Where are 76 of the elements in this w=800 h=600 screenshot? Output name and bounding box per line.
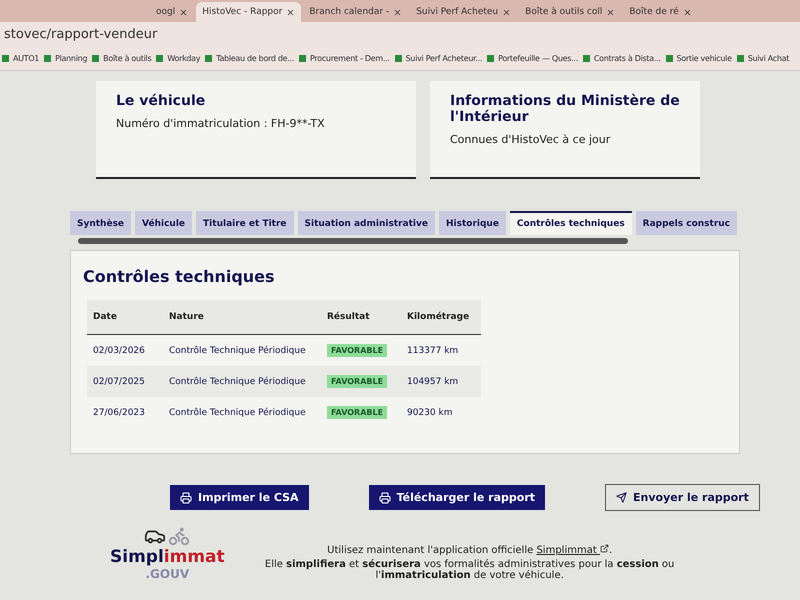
bookmark[interactable]: Suivi Achat bbox=[736, 54, 790, 62]
tab[interactable]: Historique bbox=[438, 211, 506, 235]
bookmark-icon bbox=[736, 54, 744, 62]
simplimmat-link[interactable]: Simplimmat bbox=[536, 545, 609, 556]
browser-tab[interactable]: Branch calendar - bbox=[303, 2, 408, 22]
action-button[interactable]: Télécharger le rapport bbox=[368, 485, 545, 510]
bookmark-icon bbox=[92, 54, 100, 62]
column-header: Nature bbox=[163, 300, 321, 335]
bookmark[interactable]: Contrats à Dista... bbox=[582, 54, 661, 62]
printer-icon bbox=[180, 492, 192, 504]
address-bar[interactable]: stovec/rapport-vendeur bbox=[4, 26, 158, 42]
tab[interactable]: Titulaire et Titre bbox=[196, 211, 294, 235]
tab[interactable]: Synthèse bbox=[70, 211, 132, 235]
section-title: Contrôles techniques bbox=[83, 267, 276, 286]
tab[interactable]: Véhicule bbox=[135, 211, 192, 235]
bookmark[interactable]: Portefeuille — Ques... bbox=[487, 54, 578, 62]
bookmark-icon bbox=[582, 54, 590, 62]
result-tag: FAVORABLE bbox=[327, 375, 388, 388]
footer-intro: Utilisez maintenant l'application officielle Simplimmat . bbox=[326, 544, 614, 556]
table-cell: 104957 km bbox=[401, 366, 481, 397]
result-tag: FAVORABLE bbox=[327, 406, 388, 419]
card-text: Connues d'HistoVec à ce jour bbox=[450, 133, 612, 146]
bookmark-icon bbox=[299, 54, 306, 62]
logo-suffix: .GOUV bbox=[146, 567, 190, 581]
browser-tab[interactable]: Boîte de ré bbox=[623, 2, 698, 22]
tab[interactable]: Situation administrative bbox=[298, 211, 435, 235]
column-header: Date bbox=[87, 300, 163, 335]
printer-icon bbox=[378, 492, 391, 504]
column-header: Kilométrage bbox=[401, 300, 481, 335]
close-icon[interactable] bbox=[179, 8, 188, 16]
bookmark-icon bbox=[394, 54, 402, 62]
table-cell-text: Contrôle Technique Périodique bbox=[168, 344, 307, 358]
table-cell: 02/07/2025 bbox=[87, 366, 163, 397]
table-cell-text: 27/06/2023 bbox=[92, 406, 146, 420]
bookmark[interactable]: Sortie vehicule bbox=[666, 54, 732, 62]
column-header: Résultat bbox=[321, 300, 401, 335]
card-title: Informations du Ministère de l'Intérieur bbox=[450, 93, 680, 125]
close-icon[interactable] bbox=[393, 8, 402, 16]
bookmark[interactable]: Suivi Perf Acheteur... bbox=[394, 54, 482, 62]
bookmark[interactable]: Tableau de bord de... bbox=[205, 54, 294, 62]
table-cell-text: Contrôle Technique Périodique bbox=[168, 406, 307, 420]
bookmark-icon bbox=[156, 54, 164, 62]
logo-text: Simplimmat bbox=[110, 547, 225, 567]
external-link-icon bbox=[600, 544, 609, 553]
table-cell: Contrôle Technique Périodique bbox=[163, 366, 321, 397]
browser-tab[interactable]: HistoVec - Rappor bbox=[196, 2, 302, 22]
card-title: Le véhicule bbox=[116, 93, 206, 109]
tab[interactable]: Rappels construc bbox=[636, 211, 738, 235]
bookmark[interactable]: AUTO1 bbox=[2, 54, 40, 62]
close-icon[interactable] bbox=[502, 8, 512, 16]
bookmark[interactable]: Boîte à outils bbox=[92, 54, 152, 62]
scrollbar[interactable] bbox=[78, 238, 628, 244]
browser-tab[interactable]: oogl bbox=[150, 2, 194, 22]
send-icon bbox=[616, 492, 627, 503]
bookmark[interactable]: Workday bbox=[156, 54, 200, 62]
bookmark-icon bbox=[666, 54, 673, 62]
bookmark[interactable]: Planning bbox=[44, 54, 88, 62]
tab[interactable]: Contrôles techniques bbox=[510, 211, 632, 235]
bookmark[interactable]: Procurement - Dem... bbox=[299, 54, 390, 62]
bookmark-icon bbox=[2, 54, 9, 62]
action-button[interactable]: Imprimer le CSA bbox=[170, 485, 309, 510]
footer-text: Elle simplifiera et sécurisera vos formalités administratives pour la cession ou l'immatriculation de votre véhicule. bbox=[264, 559, 676, 581]
browser-tab[interactable]: Boîte à outils coll bbox=[519, 2, 622, 22]
close-icon[interactable] bbox=[682, 8, 692, 16]
table-cell-text: 90230 km bbox=[406, 406, 454, 420]
bookmark-icon bbox=[205, 54, 212, 62]
browser-tab[interactable]: Suivi Perf Acheteu bbox=[410, 2, 518, 22]
close-icon[interactable] bbox=[286, 8, 296, 16]
bookmark-icon bbox=[487, 54, 494, 62]
action-button[interactable]: Envoyer le rapport bbox=[605, 484, 760, 511]
result-tag: FAVORABLE bbox=[327, 344, 388, 357]
table-cell-text: 113377 km bbox=[406, 344, 460, 358]
card-text: Numéro d'immatriculation : FH-9**-TX bbox=[116, 117, 326, 130]
table-cell-text: 02/03/2026 bbox=[92, 344, 146, 358]
bookmark-icon bbox=[44, 54, 52, 62]
close-icon[interactable] bbox=[606, 8, 616, 16]
